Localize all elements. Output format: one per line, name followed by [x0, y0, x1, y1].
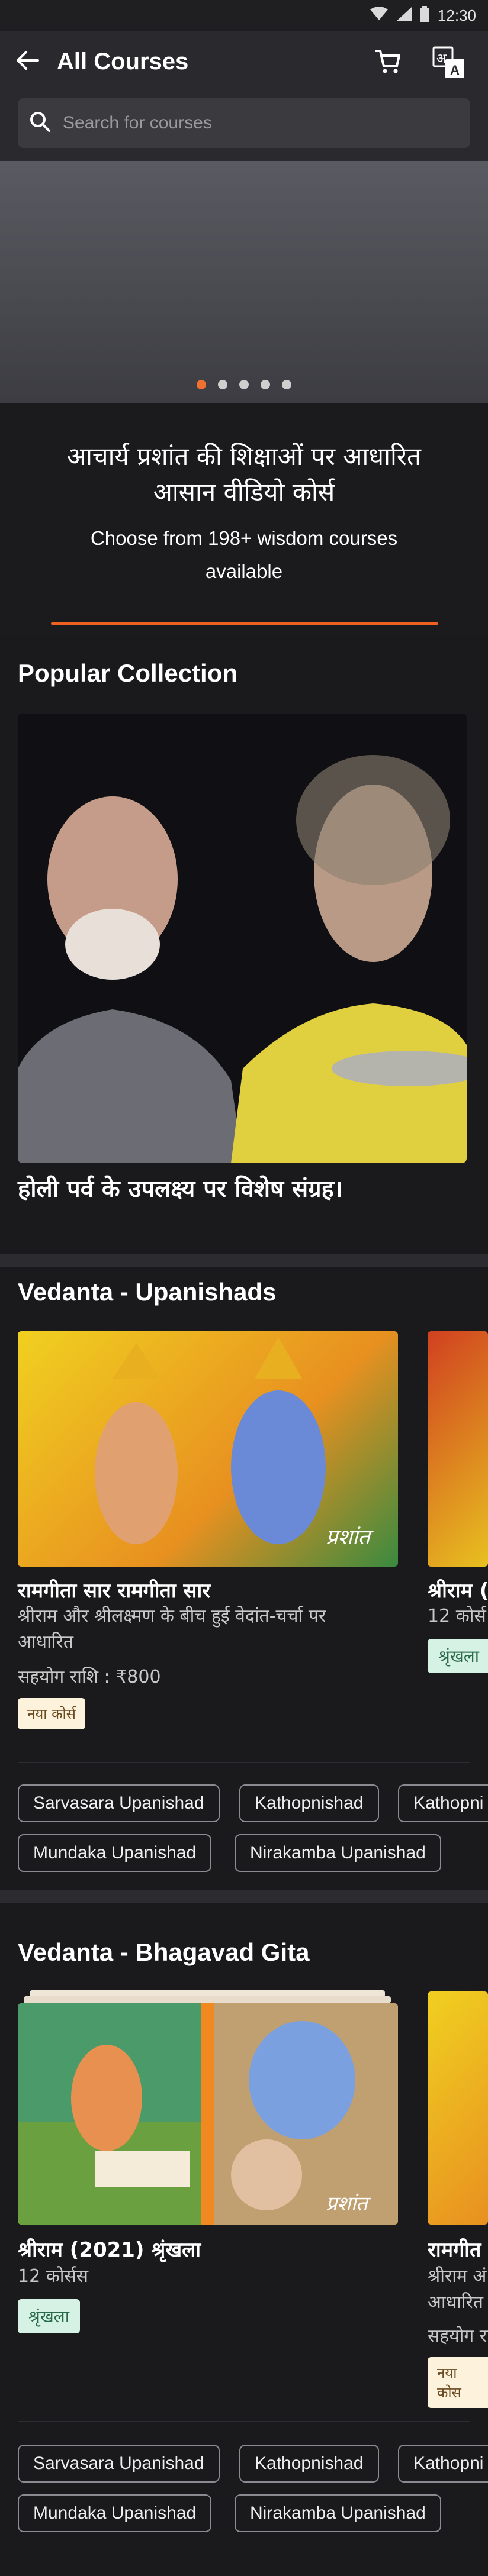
search-icon — [30, 111, 51, 135]
intro-english-text: Choose from 198+ wisdom courses availabl… — [90, 527, 398, 582]
popular-heading: Popular Collection — [18, 659, 238, 687]
accent-divider — [51, 622, 438, 625]
translate-icon[interactable]: अA — [432, 46, 465, 79]
series-card-image[interactable]: प्रशांत — [18, 2003, 398, 2225]
search-input[interactable]: Search for courses — [18, 98, 470, 148]
upanishads-heading: Vedanta - Upanishads — [18, 1278, 277, 1306]
svg-text:अ: अ — [436, 51, 447, 66]
topic-chip[interactable]: Kathopnishad — [239, 1784, 379, 1822]
topic-chip[interactable]: Mundaka Upanishad — [18, 1834, 212, 1872]
status-bar: 12:30 — [0, 0, 488, 31]
course-count: 12 कोर्स — [428, 1606, 486, 1626]
section-gap — [0, 1890, 488, 1903]
topic-chip[interactable]: Kathopnishad — [239, 2445, 379, 2483]
intro-hindi-text: आचार्य प्रशांत की शिक्षाओं पर आधारित आसा… — [66, 442, 421, 506]
status-time: 12:30 — [437, 6, 476, 24]
series-stack-edge — [24, 1996, 391, 2003]
popular-caption: होली पर्व के उपलक्ष्य पर विशेष संग्रह। — [18, 1176, 343, 1203]
series-count: 12 कोर्सस — [18, 2266, 89, 2287]
series-title[interactable]: श्रीराम (2021) श्रृंखला — [18, 2235, 201, 2262]
svg-text:प्रशांत: प्रशांत — [326, 1525, 374, 1550]
course-title[interactable]: रामगीत — [428, 2235, 488, 2262]
course-subtitle: श्रीराम और श्रीलक्ष्मण के बीच हुई वेदांत… — [18, 1606, 326, 1652]
cart-icon[interactable] — [373, 49, 402, 75]
series-badge: श्रृंखला — [18, 2299, 80, 2333]
divider — [18, 1762, 470, 1763]
topic-chip[interactable]: Kathopni — [398, 2445, 488, 2483]
carousel-dot[interactable] — [282, 380, 291, 389]
course-card-image[interactable] — [428, 1331, 488, 1567]
topic-chip[interactable]: Mundaka Upanishad — [18, 2494, 212, 2532]
wifi-icon — [370, 7, 388, 24]
course-subtitle: आधारित — [428, 2292, 484, 2313]
popular-collection-image[interactable] — [18, 714, 467, 1163]
intro-section: आचार्य प्रशांत की शिक्षाओं पर आधारित आसा… — [0, 403, 488, 635]
course-title[interactable]: रामगीता सार रामगीता सार — [18, 1576, 210, 1603]
course-subtitle: श्रीराम अं — [428, 2266, 487, 2287]
topic-chip[interactable]: Sarvasara Upanishad — [18, 1784, 220, 1822]
topic-chip[interactable]: Kathopni — [398, 1784, 488, 1822]
topic-chip[interactable]: Nirakamba Upanishad — [235, 1834, 441, 1872]
carousel-dot[interactable] — [239, 380, 249, 389]
course-card-image[interactable]: प्रशांत — [18, 1331, 398, 1567]
back-arrow-icon[interactable] — [15, 49, 39, 72]
section-gap — [0, 1254, 488, 1267]
course-price: सहयोग रा — [428, 2326, 488, 2346]
banner-carousel[interactable] — [0, 161, 488, 403]
course-price: सहयोग राशि : ₹800 — [18, 1667, 161, 1687]
carousel-dot[interactable] — [261, 380, 270, 389]
carousel-dot[interactable] — [197, 380, 206, 389]
topic-chip[interactable]: Nirakamba Upanishad — [235, 2494, 441, 2532]
svg-text:प्रशांत: प्रशांत — [326, 2192, 371, 2216]
gita-heading: Vedanta - Bhagavad Gita — [18, 1938, 310, 1966]
carousel-dots — [197, 380, 291, 389]
series-badge: श्रृंखला — [428, 1639, 488, 1673]
new-course-badge: नया कोस — [428, 2357, 488, 2408]
topic-chip[interactable]: Sarvasara Upanishad — [18, 2445, 220, 2483]
signal-icon — [396, 7, 412, 24]
new-course-badge: नया कोर्स — [18, 1698, 85, 1729]
divider — [18, 2421, 470, 2422]
course-title[interactable]: श्रीराम ( — [428, 1576, 488, 1603]
course-card-image[interactable] — [428, 1991, 488, 2225]
page-title: All Courses — [57, 49, 189, 75]
search-placeholder: Search for courses — [63, 113, 212, 133]
carousel-dot[interactable] — [218, 380, 227, 389]
svg-text:A: A — [450, 63, 460, 78]
battery-icon — [419, 6, 429, 25]
